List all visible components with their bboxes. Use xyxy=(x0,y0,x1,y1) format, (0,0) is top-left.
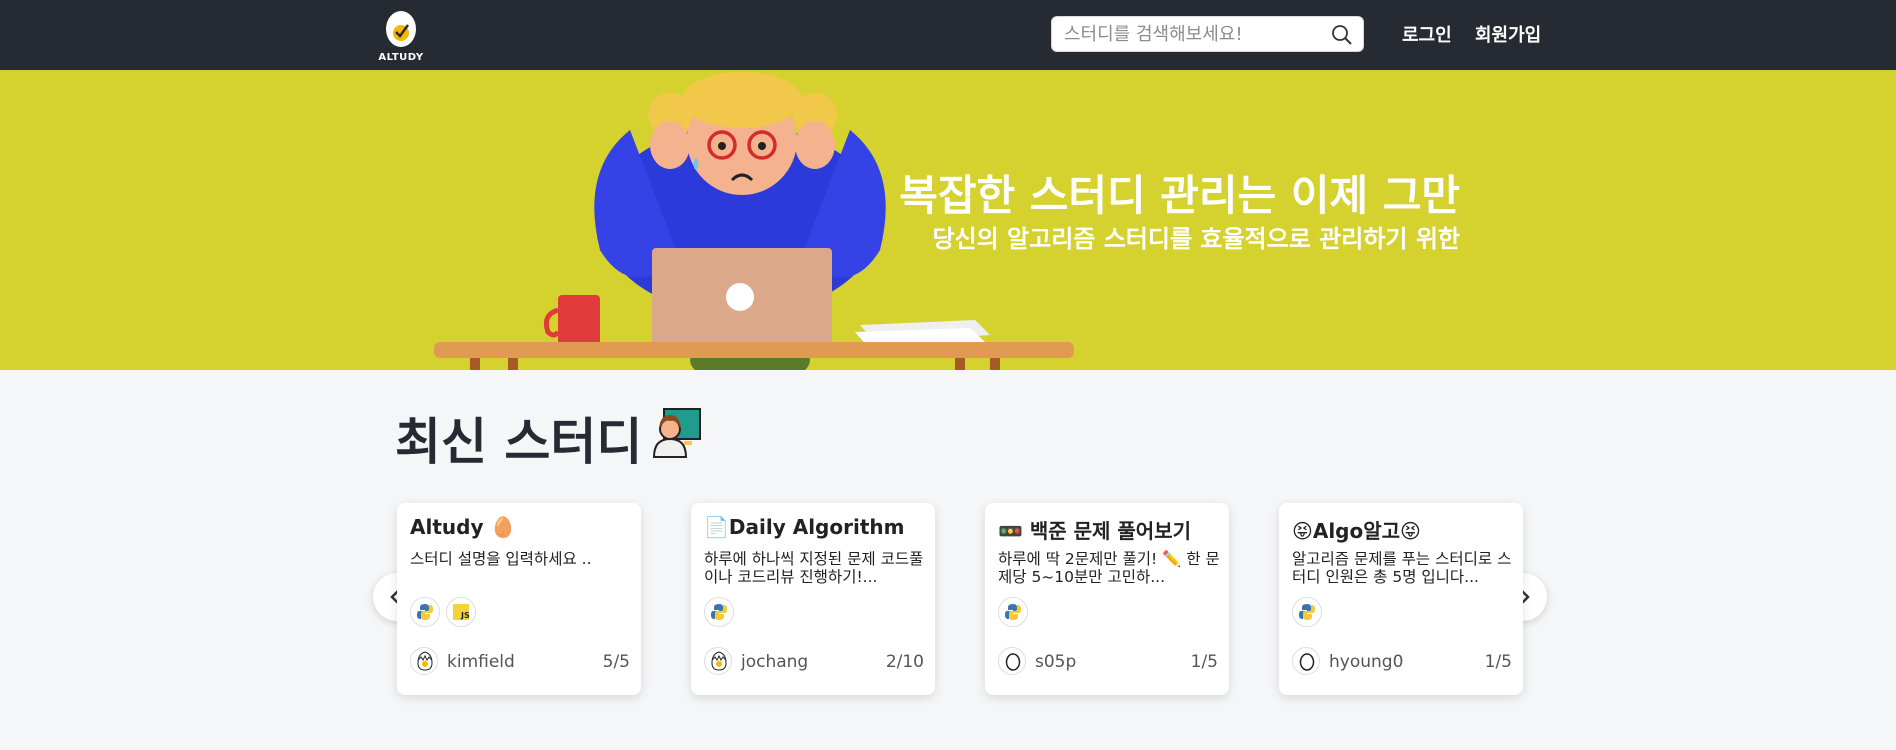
python-icon xyxy=(1292,597,1322,627)
study-description: 하루에 하나씩 지정된 문제 코드풀이나 코드리뷰 진행하기!... xyxy=(704,550,924,586)
member-count: 2/10 xyxy=(885,652,924,672)
study-title: 🚥 백준 문제 풀어보기 xyxy=(998,519,1191,543)
study-owner: s05p xyxy=(1035,652,1077,672)
top-navigation-bar: ALTUDY 로그인 회원가입 xyxy=(0,0,1896,70)
avatar xyxy=(410,647,438,675)
study-owner: hyoung0 xyxy=(1329,652,1404,672)
member-count: 1/5 xyxy=(1484,652,1512,672)
study-description: 알고리즘 문제를 푸는 스터디로 스터디 인원은 총 5명 입니다... xyxy=(1292,550,1512,586)
study-card[interactable]: 🚥 백준 문제 풀어보기 하루에 딱 2문제만 풀기! ✏️ 한 문제당 5~1… xyxy=(985,503,1229,695)
member-count: 1/5 xyxy=(1190,652,1218,672)
study-title: 📄Daily Algorithm xyxy=(704,515,905,539)
logo-text: ALTUDY xyxy=(378,52,424,63)
search-box xyxy=(1051,16,1364,52)
python-icon xyxy=(704,597,734,627)
login-link[interactable]: 로그인 xyxy=(1402,21,1452,47)
study-title: 😝Algo알고😝 xyxy=(1292,519,1421,543)
study-description: 하루에 딱 2문제만 풀기! ✏️ 한 문제당 5~10분만 고민하... xyxy=(998,550,1220,586)
avatar xyxy=(1292,647,1320,675)
search-input[interactable] xyxy=(1064,22,1319,46)
egg-check-icon xyxy=(386,11,416,47)
javascript-icon: JS xyxy=(446,597,476,627)
section-title: 최신 스터디 xyxy=(395,413,643,471)
search-icon[interactable] xyxy=(1331,24,1353,46)
study-title: Altudy 🥚 xyxy=(410,515,516,539)
python-icon xyxy=(998,597,1028,627)
hero-banner: 복잡한 스터디 관리는 이제 그만 당신의 알고리즘 스터디를 효율적으로 관리… xyxy=(0,70,1896,370)
hero-subtitle: 당신의 알고리즘 스터디를 효율적으로 관리하기 위한 xyxy=(932,225,1460,253)
avatar xyxy=(998,647,1026,675)
teacher-emoji-icon xyxy=(652,408,701,458)
study-owner: kimfield xyxy=(447,652,515,672)
signup-link[interactable]: 회원가입 xyxy=(1475,21,1541,47)
svg-text:JS: JS xyxy=(460,611,470,620)
study-card[interactable]: Altudy 🥚 스터디 설명을 입력하세요 .. JS kimfield 5/… xyxy=(397,503,641,695)
altudy-logo[interactable]: ALTUDY xyxy=(373,5,429,65)
study-owner: jochang xyxy=(741,652,809,672)
hero-title: 복잡한 스터디 관리는 이제 그만 xyxy=(899,171,1460,220)
study-description: 스터디 설명을 입력하세요 .. xyxy=(410,550,592,568)
python-icon xyxy=(410,597,440,627)
study-card[interactable]: 😝Algo알고😝 알고리즘 문제를 푸는 스터디로 스터디 인원은 총 5명 입… xyxy=(1279,503,1523,695)
avatar xyxy=(704,647,732,675)
member-count: 5/5 xyxy=(602,652,630,672)
study-card[interactable]: 📄Daily Algorithm 하루에 하나씩 지정된 문제 코드풀이나 코드… xyxy=(691,503,935,695)
